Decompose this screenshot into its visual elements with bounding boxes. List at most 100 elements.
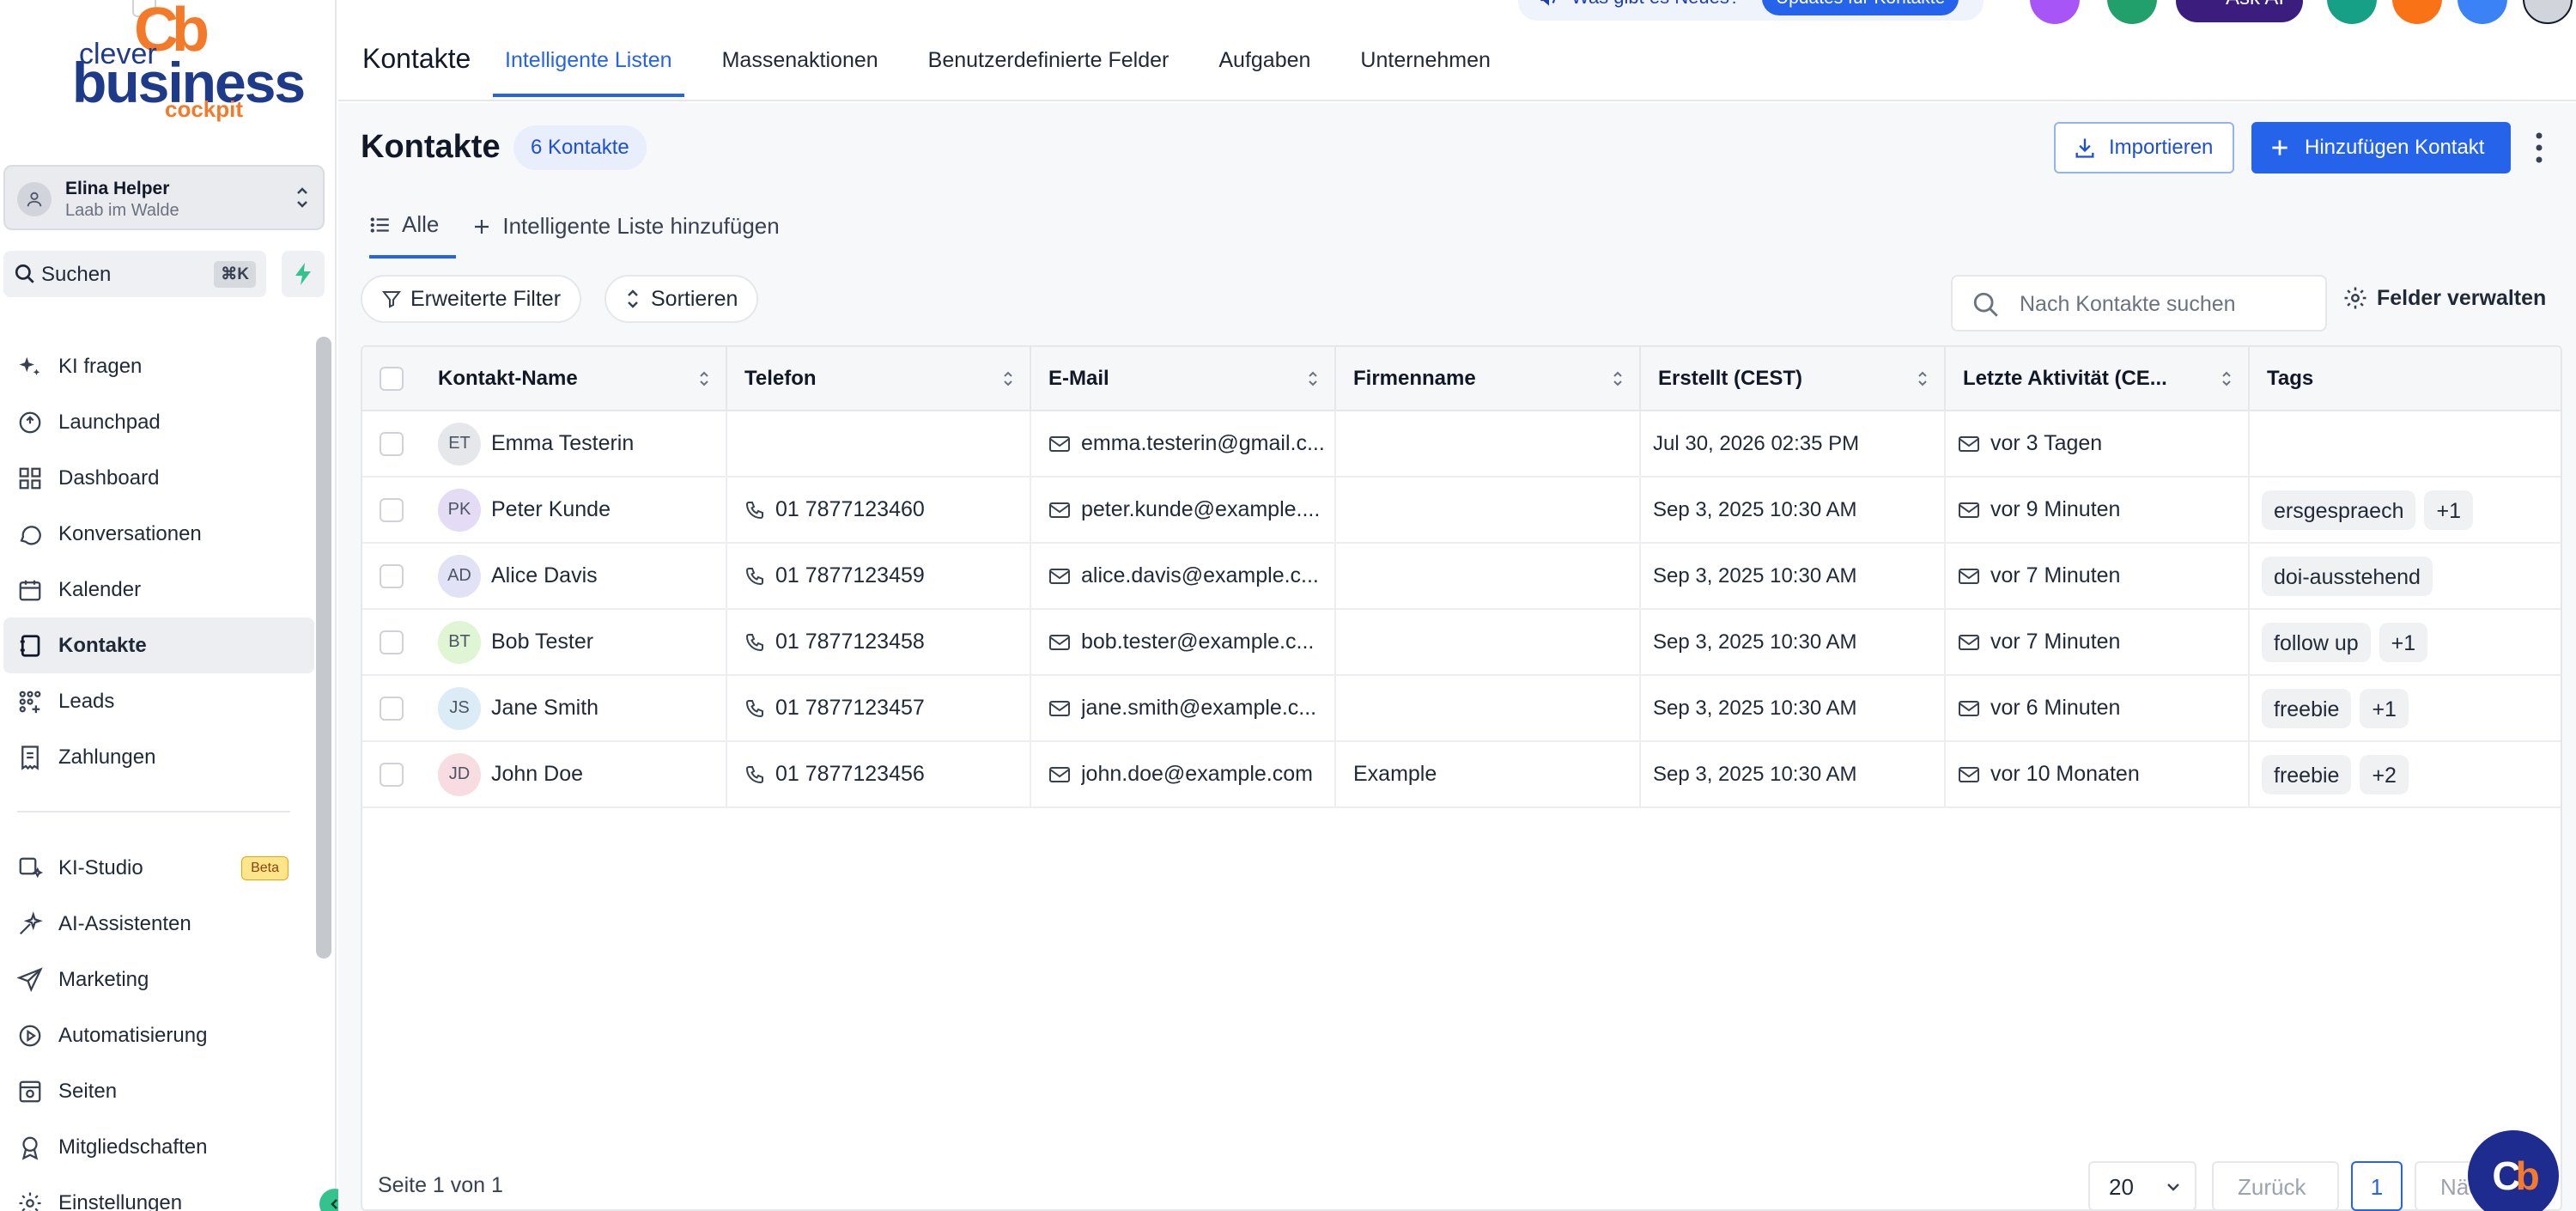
tab-massenaktionen[interactable]: Massenaktionen <box>710 48 890 97</box>
sort-icon[interactable] <box>698 369 710 394</box>
table-row[interactable]: PK Peter Kunde 01 7877123460 peter.kunde@ex… <box>362 477 2561 544</box>
sidebar-item-ki-fragen[interactable]: KI fragen <box>0 338 314 394</box>
sort-icon[interactable] <box>2221 369 2233 394</box>
sort-icon[interactable] <box>1612 369 1624 394</box>
quick-action-button[interactable] <box>282 251 325 297</box>
tag-chip[interactable]: doi-ausstehend <box>2262 556 2433 596</box>
sidebar-item-zahlungen[interactable]: Zahlungen <box>0 729 314 785</box>
name-cell[interactable]: AD Alice Davis <box>421 543 727 610</box>
sidebar-item-ki-studio[interactable]: KI-Studio Beta <box>0 840 314 896</box>
sidebar-item-seiten[interactable]: Seiten <box>0 1063 314 1119</box>
avatar[interactable] <box>2523 0 2573 24</box>
row-checkbox[interactable] <box>380 498 404 523</box>
whats-new-banner[interactable]: Was gibt es Neues? Updates für Kontakte <box>1518 0 1984 21</box>
sidebar-item-automatisierung[interactable]: Automatisierung <box>0 1007 314 1063</box>
email-cell[interactable]: jane.smith@example.c... <box>1030 675 1336 742</box>
phone-cell[interactable]: 01 7877123458 <box>726 609 1031 676</box>
sidebar-scrollbar[interactable] <box>316 337 331 958</box>
table-row[interactable]: JD John Doe 01 7877123456 john.doe@example.… <box>362 741 2561 808</box>
sort-button[interactable]: Sortieren <box>605 275 759 323</box>
contact-name[interactable]: John Doe <box>491 762 583 787</box>
tag-chip[interactable]: freebie <box>2262 754 2352 794</box>
select-all-checkbox[interactable] <box>380 366 404 391</box>
contact-name[interactable]: Emma Testerin <box>491 431 634 456</box>
megaphone-icon[interactable] <box>2327 0 2377 24</box>
column-header-last-activity[interactable]: Letzte Aktivität (CE... <box>1945 347 2250 411</box>
sidebar-item-einstellungen[interactable]: Einstellungen <box>0 1175 314 1211</box>
sidebar-item-marketing[interactable]: Marketing <box>0 952 314 1007</box>
name-cell[interactable]: JS Jane Smith <box>421 675 727 742</box>
advanced-filter-button[interactable]: Erweiterte Filter <box>361 275 582 323</box>
sidebar-item-ai-assistenten[interactable]: AI-Assistenten <box>0 896 314 952</box>
tag-chip[interactable]: +2 <box>2360 754 2409 794</box>
row-checkbox[interactable] <box>380 564 404 589</box>
tag-chip[interactable]: freebie <box>2262 688 2352 728</box>
email-cell[interactable]: bob.tester@example.c... <box>1030 609 1336 676</box>
phone-cell[interactable]: 01 7877123457 <box>726 675 1031 742</box>
tab-unternehmen[interactable]: Unternehmen <box>1348 48 1502 97</box>
tag-chip[interactable]: +1 <box>2424 490 2473 530</box>
sort-icon[interactable] <box>1917 369 1929 394</box>
sort-icon[interactable] <box>1002 369 1014 394</box>
tab-alle[interactable]: Alle <box>369 211 457 259</box>
page-size-select[interactable]: 20 <box>2088 1161 2196 1211</box>
phone-cell[interactable]: 01 7877123459 <box>726 543 1031 610</box>
help-icon[interactable] <box>2458 0 2507 24</box>
name-cell[interactable]: BT Bob Tester <box>421 609 727 676</box>
column-header-phone[interactable]: Telefon <box>726 347 1031 411</box>
sort-icon[interactable] <box>1307 369 1319 394</box>
email-cell[interactable]: john.doe@example.com <box>1030 741 1336 808</box>
more-options-icon[interactable] <box>2535 132 2543 167</box>
table-row[interactable]: BT Bob Tester 01 7877123458 bob.tester@exam… <box>362 609 2561 676</box>
sidebar-item-kalender[interactable]: Kalender <box>0 562 314 618</box>
column-header-email[interactable]: E-Mail <box>1030 347 1336 411</box>
sidebar-item-dashboard[interactable]: Dashboard <box>0 450 314 506</box>
bell-icon[interactable] <box>2392 0 2442 24</box>
column-header-name[interactable]: Kontakt-Name <box>421 347 727 411</box>
phone-cell[interactable] <box>726 411 1031 478</box>
tag-chip[interactable]: +1 <box>2379 622 2428 662</box>
sidebar-item-kontakte[interactable]: Kontakte <box>3 618 314 673</box>
tag-chip[interactable]: ersgespraech <box>2262 490 2416 530</box>
contact-name[interactable]: Peter Kunde <box>491 497 611 522</box>
email-cell[interactable]: emma.testerin@gmail.c... <box>1030 411 1336 478</box>
tab-aufgaben[interactable]: Aufgaben <box>1206 48 1322 97</box>
column-header-created[interactable]: Erstellt (CEST) <box>1640 347 1946 411</box>
name-cell[interactable]: ET Emma Testerin <box>421 411 727 478</box>
email-cell[interactable]: peter.kunde@example.... <box>1030 477 1336 544</box>
sidebar-item-launchpad[interactable]: Launchpad <box>0 394 314 450</box>
name-cell[interactable]: PK Peter Kunde <box>421 477 727 544</box>
ask-ai-button[interactable]: Ask AI <box>2176 0 2303 22</box>
contact-name[interactable]: Alice Davis <box>491 563 598 588</box>
table-row[interactable]: ET Emma Testerin emma.testerin@gmail.c... J… <box>362 411 2561 478</box>
add-smart-list-button[interactable]: Intelligente Liste hinzufügen <box>471 213 780 257</box>
sidebar-search[interactable]: Suchen ⌘K <box>3 251 266 297</box>
phone-cell[interactable]: 01 7877123456 <box>726 741 1031 808</box>
account-switcher[interactable]: Elina Helper Laab im Walde <box>3 165 325 230</box>
table-row[interactable]: AD Alice Davis 01 7877123459 alice.davis@ex… <box>362 543 2561 610</box>
search-input[interactable] <box>2020 285 2312 323</box>
row-checkbox[interactable] <box>380 697 404 721</box>
sidebar-item-konversationen[interactable]: Konversationen <box>0 506 314 562</box>
import-button[interactable]: Importieren <box>2054 122 2234 173</box>
email-cell[interactable]: alice.davis@example.c... <box>1030 543 1336 610</box>
table-row[interactable]: JS Jane Smith 01 7877123457 jane.smith@exam… <box>362 675 2561 742</box>
sidebar-item-leads[interactable]: Leads <box>0 673 314 729</box>
brand-logo[interactable]: Cb clever business cockpit <box>69 0 306 129</box>
contact-name[interactable]: Bob Tester <box>491 630 593 654</box>
sidebar-item-mitgliedschaften[interactable]: Mitgliedschaften <box>0 1119 314 1175</box>
manage-fields-button[interactable]: Felder verwalten <box>2342 285 2546 311</box>
translate-icon[interactable] <box>2030 0 2080 24</box>
updates-button[interactable]: Updates für Kontakte <box>1762 0 1959 15</box>
name-cell[interactable]: JD John Doe <box>421 741 727 808</box>
add-contact-button[interactable]: Hinzufügen Kontakt <box>2251 122 2511 173</box>
contact-search[interactable] <box>1951 275 2327 332</box>
tab-benutzerdefinierte-felder[interactable]: Benutzerdefinierte Felder <box>916 48 1182 97</box>
previous-page-button[interactable]: Zurück <box>2212 1161 2339 1211</box>
tab-intelligente-listen[interactable]: Intelligente Listen <box>493 48 684 97</box>
contact-name[interactable]: Jane Smith <box>491 696 598 721</box>
page-number-button[interactable]: 1 <box>2351 1161 2403 1211</box>
tag-chip[interactable]: +1 <box>2360 688 2409 728</box>
phone-icon[interactable] <box>2107 0 2157 24</box>
tag-chip[interactable]: follow up <box>2262 622 2371 662</box>
